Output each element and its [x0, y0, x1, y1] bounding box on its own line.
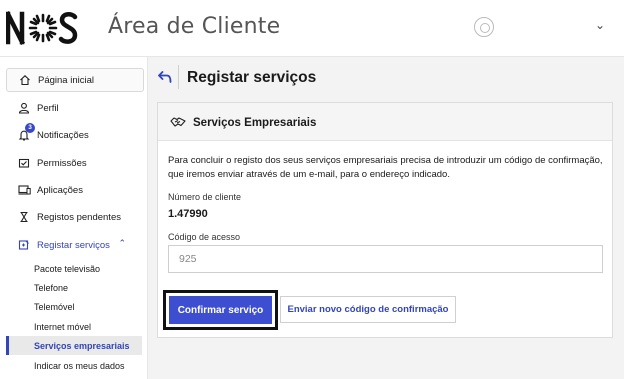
- sidebar-item-pending[interactable]: Registos pendentes: [6, 205, 144, 229]
- confirm-service-button[interactable]: Confirmar serviço: [169, 296, 272, 324]
- description-text: Para concluir o registo dos seus serviço…: [168, 155, 603, 180]
- access-code-label: Código de acesso: [168, 232, 241, 242]
- sidebar-item-label: Registar serviços: [37, 239, 110, 251]
- register-icon: [15, 238, 33, 252]
- handshake-icon: [170, 117, 186, 127]
- sidebar-item-home[interactable]: Página inicial: [6, 68, 144, 92]
- sidebar-subitem-mobile-internet[interactable]: Internet móvel: [6, 317, 142, 336]
- app-header: Área de Cliente ⌄: [0, 0, 624, 57]
- resend-code-button[interactable]: Enviar novo código de confirmação: [280, 296, 456, 323]
- access-code-input[interactable]: [168, 245, 603, 273]
- nos-logo[interactable]: [6, 8, 78, 48]
- client-number-label: Número de cliente: [168, 192, 242, 202]
- bell-icon: 3: [15, 123, 35, 142]
- business-services-card: Serviços Empresariais Para concluir o re…: [157, 102, 613, 338]
- page-title: Registar serviços: [187, 69, 317, 86]
- sidebar-item-label: Perfil: [37, 102, 59, 114]
- title-divider: [178, 65, 179, 89]
- sidebar-item-label: Permissões: [37, 157, 87, 169]
- card-title: Serviços Empresariais: [193, 117, 317, 129]
- sidebar-item-label: Registos pendentes: [37, 211, 121, 223]
- chevron-down-icon[interactable]: ⌄: [595, 18, 605, 32]
- sidebar-subitem-phone[interactable]: Telefone: [6, 278, 142, 297]
- sidebar-item-notifications[interactable]: 3 Notificações: [6, 123, 144, 147]
- avatar[interactable]: [474, 17, 494, 37]
- chevron-up-icon[interactable]: ⌃: [118, 238, 126, 249]
- permissions-icon: [15, 156, 33, 170]
- sidebar-item-permissions[interactable]: Permissões: [6, 151, 144, 175]
- back-arrow-icon[interactable]: [158, 71, 172, 83]
- devices-icon: [15, 183, 33, 197]
- sidebar-subitem-business-services[interactable]: Serviços empresariais: [6, 336, 142, 355]
- sidebar-item-applications[interactable]: Aplicações: [6, 178, 144, 202]
- confirm-button-focus-ring: Confirmar serviço: [163, 290, 278, 330]
- sidebar-subitem-mobile[interactable]: Telemóvel: [6, 297, 142, 316]
- card-header: Serviços Empresariais: [158, 103, 612, 141]
- hourglass-icon: [15, 210, 33, 224]
- sidebar-item-label: Aplicações: [37, 184, 83, 196]
- notification-badge: 3: [25, 123, 35, 133]
- sidebar-item-register-services[interactable]: Registar serviços ⌃: [6, 233, 144, 257]
- sidebar-item-profile[interactable]: Perfil: [6, 96, 144, 120]
- sidebar-subitem-my-data[interactable]: Indicar os meus dados: [6, 356, 142, 375]
- sidebar-item-label: Notificações: [37, 129, 89, 141]
- main-content: Registar serviços Serviços Empresariais …: [148, 57, 624, 379]
- app-title: Área de Cliente: [108, 14, 281, 39]
- user-icon: [15, 101, 33, 115]
- sidebar-item-label: Página inicial: [38, 74, 94, 86]
- sidebar: Página inicial Perfil 3 Notificações Per…: [0, 57, 148, 379]
- sidebar-subitem-tv[interactable]: Pacote televisão: [6, 259, 142, 278]
- client-number-value: 1.47990: [168, 208, 208, 220]
- home-icon: [16, 73, 34, 87]
